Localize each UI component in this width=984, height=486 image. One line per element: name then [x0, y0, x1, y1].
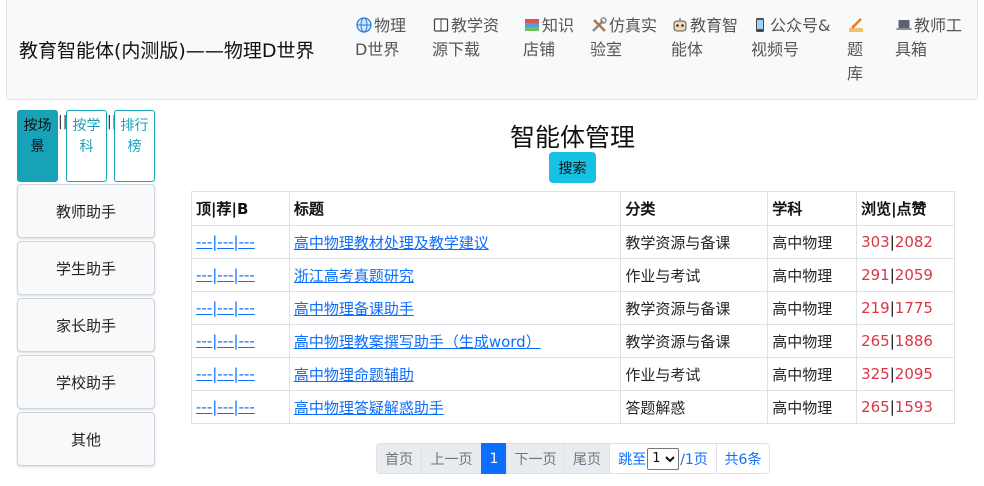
row-title-link[interactable]: 高中物理教材处理及教学建议 [294, 234, 489, 252]
col-header-category[interactable]: 分类 [620, 191, 769, 226]
row-category: 答题解惑 [620, 390, 769, 424]
next-page-button[interactable]: 下一页 [506, 443, 565, 474]
row-category: 教学资源与备课 [620, 225, 769, 259]
school-assistant-button[interactable]: 学校助手 [17, 355, 155, 409]
nav-teacher-toolbox[interactable]: 教师工具箱 [895, 14, 965, 62]
table-header-row: 顶|荐|B 标题 分类 学科 浏览|点赞 [191, 191, 955, 226]
page-select[interactable]: 1 [647, 447, 680, 470]
row-likes: 2095 [894, 365, 933, 383]
row-title-link[interactable]: 浙江高考真题研究 [294, 267, 414, 285]
col-header-subject[interactable]: 学科 [767, 191, 858, 226]
col-header-actions[interactable]: 顶|荐|B [191, 191, 290, 226]
globe-icon [356, 17, 372, 33]
row-likes: 1886 [894, 332, 933, 350]
parent-assistant-button[interactable]: 家长助手 [17, 298, 155, 352]
row-views: 291 [861, 266, 890, 284]
view-by-scene-button[interactable]: 按场景 [17, 110, 58, 182]
page-jump: 跳至 1 /1页 [609, 443, 717, 474]
nav-sim-lab[interactable]: 仿真实验室 [590, 14, 658, 62]
laptop-icon [896, 20, 912, 30]
jump-suffix: /1页 [680, 451, 708, 468]
last-page-button[interactable]: 尾页 [564, 443, 610, 474]
robot-icon [673, 18, 687, 32]
other-button[interactable]: 其他 [17, 412, 155, 466]
row-action-links[interactable]: ---|---|--- [196, 365, 255, 383]
row-subject: 高中物理 [767, 357, 858, 391]
row-action-links[interactable]: ---|---|--- [196, 266, 255, 284]
col-header-stats[interactable]: 浏览|点赞 [856, 191, 955, 226]
table-row: ---|---|--- 高中物理答疑解惑助手 答题解惑 高中物理 265|159… [191, 390, 955, 424]
row-action-links[interactable]: ---|---|--- [196, 233, 255, 251]
nav-question-bank[interactable]: 题库 [847, 14, 873, 86]
books-icon [525, 19, 539, 31]
table-row: ---|---|--- 高中物理命题辅助 作业与考试 高中物理 325|2095 [191, 357, 955, 391]
row-action-links[interactable]: ---|---|--- [196, 398, 255, 416]
current-page-button[interactable]: 1 [481, 443, 507, 474]
total-count: 共6条 [716, 443, 770, 474]
row-subject: 高中物理 [767, 258, 858, 292]
nav-wechat-video[interactable]: 公众号&视频号 [751, 14, 837, 62]
agent-table: 顶|荐|B 标题 分类 学科 浏览|点赞 ---|---|--- 高中物理教材处… [191, 191, 955, 424]
row-stats: 265|1886 [856, 324, 955, 358]
row-subject: 高中物理 [767, 390, 858, 424]
row-category: 作业与考试 [620, 258, 769, 292]
nav-edu-agent[interactable]: 教育智能体 [671, 14, 739, 62]
tools-icon [592, 17, 607, 32]
row-category: 教学资源与备课 [620, 324, 769, 358]
row-subject: 高中物理 [767, 291, 858, 325]
row-views: 265 [861, 398, 890, 416]
row-subject: 高中物理 [767, 225, 858, 259]
top-navbar: 教育智能体(内测版)——物理D世界 物理D世界 教学资源下载 知识店铺 仿真实验… [6, 0, 978, 100]
nav-label: 题库 [847, 40, 864, 83]
row-likes: 1775 [894, 299, 933, 317]
row-views: 303 [861, 233, 890, 251]
search-button[interactable]: 搜索 [549, 152, 596, 183]
row-stats: 291|2059 [856, 258, 955, 292]
phone-icon [756, 18, 764, 32]
row-category: 作业与考试 [620, 357, 769, 391]
row-title-link[interactable]: 高中物理备课助手 [294, 300, 414, 318]
brand-title[interactable]: 教育智能体(内测版)——物理D世界 [19, 36, 314, 63]
book-icon [433, 18, 449, 32]
row-action-links[interactable]: ---|---|--- [196, 332, 255, 350]
page-title: 智能体管理 [509, 123, 635, 152]
row-title-link[interactable]: 高中物理教案撰写助手（生成word） [294, 333, 541, 351]
row-likes: 2082 [894, 233, 933, 251]
nav-resource-download[interactable]: 教学资源下载 [432, 14, 512, 62]
row-stats: 303|2082 [856, 225, 955, 259]
row-stats: 325|2095 [856, 357, 955, 391]
row-stats: 265|1593 [856, 390, 955, 424]
first-page-button[interactable]: 首页 [376, 443, 422, 474]
col-header-title[interactable]: 标题 [288, 191, 622, 226]
row-title-link[interactable]: 高中物理答疑解惑助手 [294, 399, 444, 417]
row-likes: 1593 [894, 398, 933, 416]
view-ranking-button[interactable]: 排行榜 [114, 110, 155, 182]
nav-knowledge-shop[interactable]: 知识店铺 [523, 14, 579, 62]
row-stats: 219|1775 [856, 291, 955, 325]
student-assistant-button[interactable]: 学生助手 [17, 241, 155, 295]
row-title-link[interactable]: 高中物理命题辅助 [294, 366, 414, 384]
row-likes: 2059 [894, 266, 933, 284]
pencil-icon [849, 18, 863, 32]
view-by-subject-button[interactable]: 按学科 [66, 110, 107, 182]
nav-physics-world[interactable]: 物理D世界 [355, 14, 417, 62]
table-row: ---|---|--- 高中物理教案撰写助手（生成word） 教学资源与备课 高… [191, 324, 955, 358]
teacher-assistant-button[interactable]: 教师助手 [17, 184, 155, 238]
table-row: ---|---|--- 高中物理教材处理及教学建议 教学资源与备课 高中物理 3… [191, 225, 955, 259]
row-subject: 高中物理 [767, 324, 858, 358]
row-views: 219 [861, 299, 890, 317]
prev-page-button[interactable]: 上一页 [421, 443, 482, 474]
row-category: 教学资源与备课 [620, 291, 769, 325]
row-views: 325 [861, 365, 890, 383]
jump-prefix: 跳至 [618, 451, 647, 468]
row-views: 265 [861, 332, 890, 350]
row-action-links[interactable]: ---|---|--- [196, 299, 255, 317]
table-row: ---|---|--- 高中物理备课助手 教学资源与备课 高中物理 219|17… [191, 291, 955, 325]
table-row: ---|---|--- 浙江高考真题研究 作业与考试 高中物理 291|2059 [191, 258, 955, 292]
